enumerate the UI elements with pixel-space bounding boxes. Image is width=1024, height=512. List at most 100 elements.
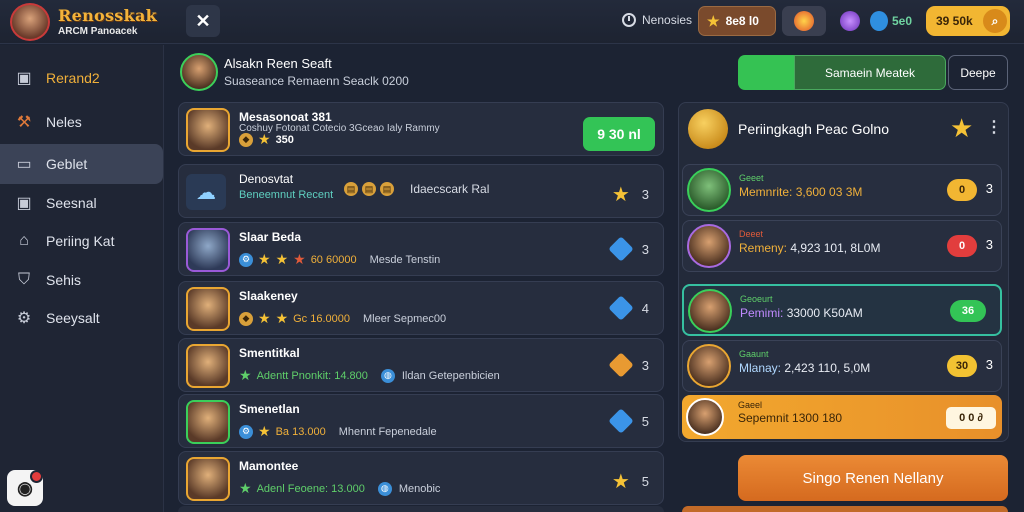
sidebar-item-label: Rerand2 <box>46 70 100 86</box>
item-line: ★ Adentt Pnonkit: 14.800 ◍ Ildan Getepen… <box>239 367 500 384</box>
item-name: Mamontee <box>239 459 299 473</box>
item-rank: 5 <box>641 474 649 489</box>
gold-value: 39 50k <box>936 14 973 28</box>
notification-badge <box>30 470 43 483</box>
close-icon: ✕ <box>195 10 211 31</box>
primary-cta-button[interactable]: Singo Renen Nellany <box>738 455 1008 501</box>
item-name: Smenetlan <box>239 402 300 416</box>
avatar[interactable] <box>180 53 218 91</box>
leaderboard-row-self[interactable]: Gaeel Sepemnit 1300 180 0 0 ∂ <box>682 395 1002 439</box>
list-item[interactable]: Slaar Beda ⚙ ★ ★ ★ 60 60000 Mesde Tensti… <box>178 222 664 276</box>
more-icon[interactable]: ⋮ <box>986 117 1002 137</box>
status-indicator: Nenosies <box>622 13 692 27</box>
item-rank: 3 <box>641 357 649 373</box>
row-value: 3,600 03 3M <box>795 185 863 199</box>
item-description: Mesde Tenstin <box>369 253 441 266</box>
gem-icon <box>794 11 814 31</box>
item-right: ★ 5 <box>612 469 649 494</box>
gem-button[interactable] <box>782 6 826 36</box>
star-icon: ★ <box>293 251 306 267</box>
leaderboard-row[interactable]: Deeet Remeny: 4,923 101, 8L0M 0 3 <box>682 220 1002 272</box>
avatar <box>186 344 230 388</box>
row-text: Sepemnit 1300 180 <box>738 411 842 425</box>
item-line: ★ Adenl Feoene: 13.000 ◍ Menobic <box>239 480 440 497</box>
star-currency[interactable]: ★ 8e8 l0 <box>698 6 776 36</box>
star-icon: ★ <box>258 251 271 267</box>
item-value: 350 <box>275 133 294 146</box>
item-line: ◆ ★ ★ Gc 16.0000 Mleer Sepmec00 <box>239 310 446 327</box>
row-rank: 3 <box>985 181 993 196</box>
avatar <box>687 168 731 212</box>
item-description: Menobic <box>398 482 441 495</box>
star-icon: ★ <box>707 12 720 29</box>
star-icon[interactable]: ★ <box>950 113 973 144</box>
clock-icon <box>622 13 636 27</box>
toggle-segment[interactable] <box>738 55 794 90</box>
item-meta: Beneemnut Recent <box>239 189 334 201</box>
star-icon: ★ <box>611 184 630 206</box>
sidebar-item-geblet[interactable]: ▭ Geblet <box>0 144 163 184</box>
home-icon: ⌂ <box>19 232 29 249</box>
sidebar-item-rerand[interactable]: ▣ Rerand2 <box>0 58 163 98</box>
item-name: Slaakeney <box>239 289 298 303</box>
diamond-icon <box>608 295 634 321</box>
top-bar: Renosskak ARCM Panoacek ✕ Nenosies ★ 8e8… <box>0 0 1024 44</box>
brand-subtitle: ARCM Panoacek <box>58 26 138 37</box>
row-tag: Geoeurt <box>740 294 773 304</box>
tab-segment[interactable]: Samaein Meatek <box>794 55 946 90</box>
row-value: 1300 180 <box>792 411 843 425</box>
item-right: ★ 3 <box>612 182 649 207</box>
item-value: Adenl Feoene: 13.000 <box>256 482 365 495</box>
avatar <box>686 398 724 436</box>
diamond-icon <box>608 236 634 262</box>
chest-icon: ▤ <box>362 182 376 196</box>
claim-button[interactable]: 9 30 nl <box>583 117 655 151</box>
leaderboard-row[interactable]: Gaaunt Mlanay: 2,423 110, 5,0M 30 3 <box>682 340 1002 392</box>
item-description: Mhennt Fepenedale <box>338 425 437 438</box>
item-line: ⚙ ★ ★ ★ 60 60000 Mesde Tenstin <box>239 251 440 268</box>
item-name: Smentitkal <box>239 346 300 360</box>
sidebar-item-seesnal[interactable]: ▣ Seesnal <box>0 183 163 223</box>
star-icon: ★ <box>258 310 271 326</box>
list-item[interactable]: Smentitkal ★ Adentt Pnonkit: 14.800 ◍ Il… <box>178 338 664 392</box>
star-icon: ★ <box>611 471 630 493</box>
shield-currency[interactable]: 5e0 <box>868 6 924 36</box>
sidebar-item-neles[interactable]: ⚒ Neles <box>0 102 163 142</box>
avatar <box>186 108 230 152</box>
list-item[interactable]: Mamontee ★ Adenl Feoene: 13.000 ◍ Menobi… <box>178 451 664 505</box>
item-rank: 3 <box>641 187 649 202</box>
orb-button[interactable] <box>836 6 864 36</box>
search-icon[interactable]: ⌕ <box>983 9 1007 33</box>
box-icon: ▣ <box>16 195 32 212</box>
diamond-icon <box>608 408 634 434</box>
brand-title: Renosskak <box>58 6 158 25</box>
item-line: ⚙ ★ Ba 13.000 Mhennt Fepenedale <box>239 423 437 440</box>
sidebar-item-sehis[interactable]: ⛉ Sehis <box>0 260 163 300</box>
orb-icon <box>840 11 860 31</box>
gold-currency[interactable]: 39 50k ⌕ <box>926 6 1010 36</box>
row-value: 2,423 110, 5,0M <box>784 361 871 375</box>
list-item[interactable]: Smenetlan ⚙ ★ Ba 13.000 Mhennt Fepenedal… <box>178 394 664 448</box>
close-button[interactable]: ✕ <box>186 5 220 37</box>
row-badge: 0 <box>947 179 977 201</box>
item-right: 5 <box>608 408 649 434</box>
star-icon: ★ <box>239 367 252 383</box>
row-tag: Gaeel <box>738 400 763 410</box>
leaderboard-row-highlighted[interactable]: Geoeurt Pemimi: 33000 K50AM 36 <box>682 284 1002 336</box>
globe-icon: ◍ <box>377 481 392 496</box>
brand-avatar[interactable] <box>10 3 50 41</box>
item-right: 3 <box>608 352 649 378</box>
sidebar-item-seeysalt[interactable]: ⚙ Seeysalt <box>0 298 163 338</box>
list-item[interactable]: ☁ Denosvtat Beneemnut Recent ▤ ▤ ▤ Idaec… <box>178 164 664 218</box>
item-description: Mleer Sepmec00 <box>363 312 447 325</box>
row-value: 33000 K50AM <box>786 306 863 320</box>
avatar <box>186 228 230 272</box>
star-icon: ★ <box>275 251 289 267</box>
item-value: Adentt Pnonkit: 14.800 <box>256 369 368 382</box>
row-label: Mlanay: <box>739 361 782 375</box>
trophy-icon <box>688 109 728 149</box>
leaderboard-row[interactable]: Geeet Memnrite: 3,600 03 3M 0 3 <box>682 164 1002 216</box>
sidebar-item-periing-kat[interactable]: ⌂ Periing Kat <box>0 221 163 261</box>
list-item[interactable]: Slaakeney ◆ ★ ★ Gc 16.0000 Mleer Sepmec0… <box>178 281 664 335</box>
secondary-button[interactable]: Deepe <box>948 55 1008 90</box>
